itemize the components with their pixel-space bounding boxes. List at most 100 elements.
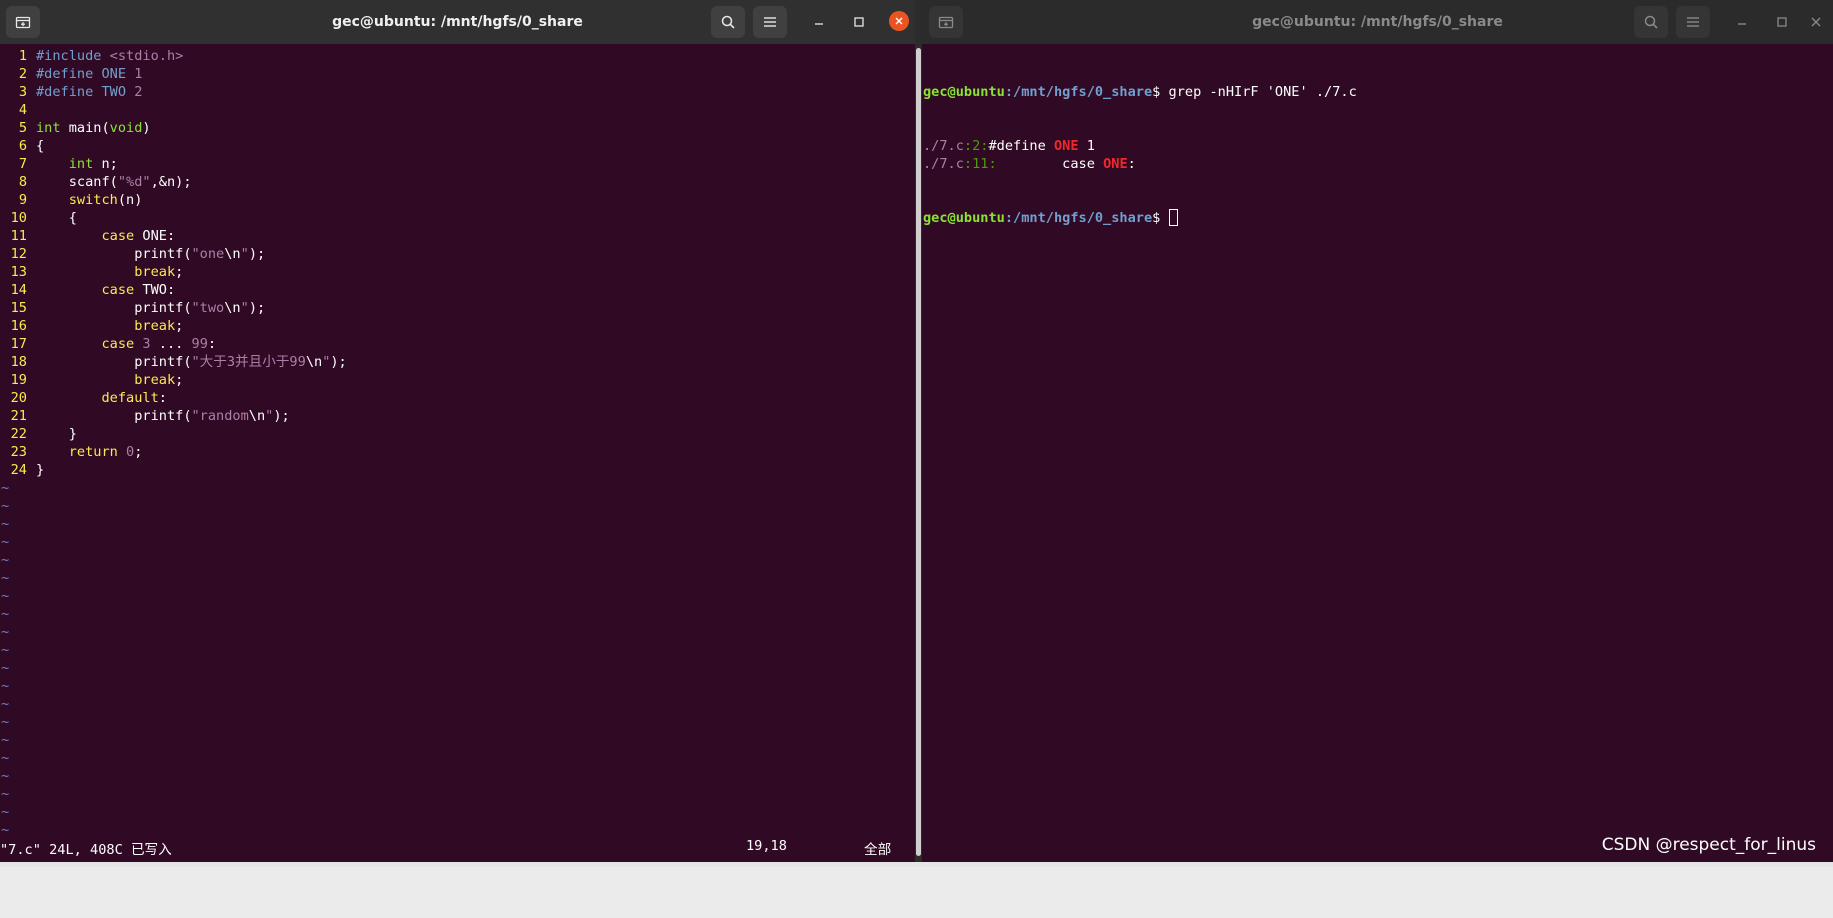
empty-line-marker: ~: [1, 570, 10, 586]
line-number: 1: [18, 48, 27, 64]
close-icon: [895, 17, 903, 25]
code-token: ): [142, 120, 151, 136]
empty-line-marker: ~: [1, 768, 10, 784]
vim-editor-buffer[interactable]: 1 #include <stdio.h> 2 #define ONE 1 3 #defin…: [0, 47, 915, 839]
code-line: 24}: [0, 461, 915, 479]
empty-line-marker: ~: [1, 804, 10, 820]
prompt-cwd: /mnt/hgfs/0_share: [1013, 84, 1153, 100]
code-token: break: [134, 264, 176, 280]
title-bar: gec@ubuntu: /mnt/hgfs/0_share: [0, 0, 915, 44]
code-line: 20 default:: [0, 389, 915, 407]
code-token: \n: [248, 408, 266, 424]
code-token: ;: [175, 372, 184, 388]
empty-line-marker: ~: [1, 498, 10, 514]
code-token: TWO: [101, 84, 135, 100]
terminal-output[interactable]: gec@ubuntu:/mnt/hgfs/0_share$ grep -nHIr…: [923, 47, 1357, 245]
prompt-cwd-prefix: :: [1004, 84, 1014, 100]
line-number: 11: [10, 228, 27, 244]
maximize-button[interactable]: [843, 6, 875, 38]
search-button[interactable]: [1634, 6, 1668, 38]
empty-line-marker: ~: [1, 750, 10, 766]
line-number: 24: [10, 462, 27, 478]
code-token: scanf(: [36, 174, 118, 190]
vim-status-line: "7.c" 24L, 408C 已写入 19,18 全部: [0, 838, 915, 858]
new-tab-button[interactable]: [6, 6, 40, 38]
code-token: ...: [150, 336, 192, 352]
code-token: (n): [117, 192, 143, 208]
empty-line-marker: ~: [1, 642, 10, 658]
result-match: ONE: [1053, 138, 1079, 154]
empty-line-marker: ~: [1, 714, 10, 730]
code-line: 4: [0, 101, 915, 119]
code-token: \n: [305, 354, 323, 370]
code-token: case: [101, 336, 135, 352]
line-number: 10: [10, 210, 27, 226]
menu-button[interactable]: [753, 6, 787, 38]
code-line: 17 case 3 ... 99:: [0, 335, 915, 353]
code-token: "one: [191, 246, 225, 262]
close-button[interactable]: [1800, 6, 1832, 38]
code-line: 15 printf("two\n");: [0, 299, 915, 317]
new-tab-icon: [15, 16, 31, 29]
code-token: ONE: [101, 66, 135, 82]
line-number: 18: [10, 354, 27, 370]
code-token: {: [36, 210, 77, 226]
result-text: 1: [1078, 138, 1095, 154]
file-info-message: "7.c" 24L, 408C 已写入: [0, 842, 172, 858]
code-token: {: [36, 138, 45, 154]
new-tab-button[interactable]: [929, 6, 963, 38]
code-token: n;: [93, 156, 118, 172]
prompt-cwd-prefix: :: [1004, 210, 1014, 226]
result-text: :: [1127, 156, 1136, 172]
close-button[interactable]: [889, 11, 909, 31]
line-number: 22: [10, 426, 27, 442]
active-prompt-line: gec@ubuntu:/mnt/hgfs/0_share$: [923, 209, 1357, 227]
code-line: 5 int main(void): [0, 119, 915, 137]
prompt-user-host: gec@ubuntu: [923, 210, 1005, 226]
minimize-icon: [815, 23, 823, 25]
code-token: #define: [36, 66, 102, 82]
empty-line-marker: ~: [1, 732, 10, 748]
line-number: 5: [18, 120, 27, 136]
code-token: return: [68, 444, 118, 460]
scrollbar[interactable]: [916, 48, 921, 856]
search-icon: [721, 15, 735, 29]
line-number: 14: [10, 282, 27, 298]
code-line: 10 {: [0, 209, 915, 227]
line-number: 7: [18, 156, 27, 172]
result-separator: :: [963, 138, 973, 154]
code-token: \n: [224, 246, 241, 262]
code-line: 18 printf("大于3并且小于99\n");: [0, 353, 915, 371]
menu-button[interactable]: [1676, 6, 1710, 38]
code-token: :: [158, 390, 167, 406]
minimize-button[interactable]: [803, 6, 835, 38]
line-number: 23: [10, 444, 27, 460]
code-line: 13 break;: [0, 263, 915, 281]
code-token: "two: [191, 300, 225, 316]
code-line: 16 break;: [0, 317, 915, 335]
search-button[interactable]: [711, 6, 745, 38]
code-token: );: [248, 246, 266, 262]
minimize-button[interactable]: [1726, 6, 1758, 38]
code-token: "大于3并且小于99: [191, 354, 306, 370]
maximize-button[interactable]: [1766, 6, 1798, 38]
line-number: 16: [10, 318, 27, 334]
code-token: int: [68, 156, 94, 172]
code-line: 22 }: [0, 425, 915, 443]
result-filename: ./7.c: [923, 156, 964, 172]
code-line: 8 scanf("%d",&n);: [0, 173, 915, 191]
code-token: printf(: [36, 300, 192, 316]
text-cursor: [1168, 209, 1178, 226]
taskbar-strip: [0, 862, 1833, 867]
code-token: );: [248, 300, 266, 316]
line-number: 21: [10, 408, 27, 424]
code-token: #define: [36, 84, 102, 100]
code-token: ": [240, 300, 249, 316]
line-number: 2: [18, 66, 27, 82]
